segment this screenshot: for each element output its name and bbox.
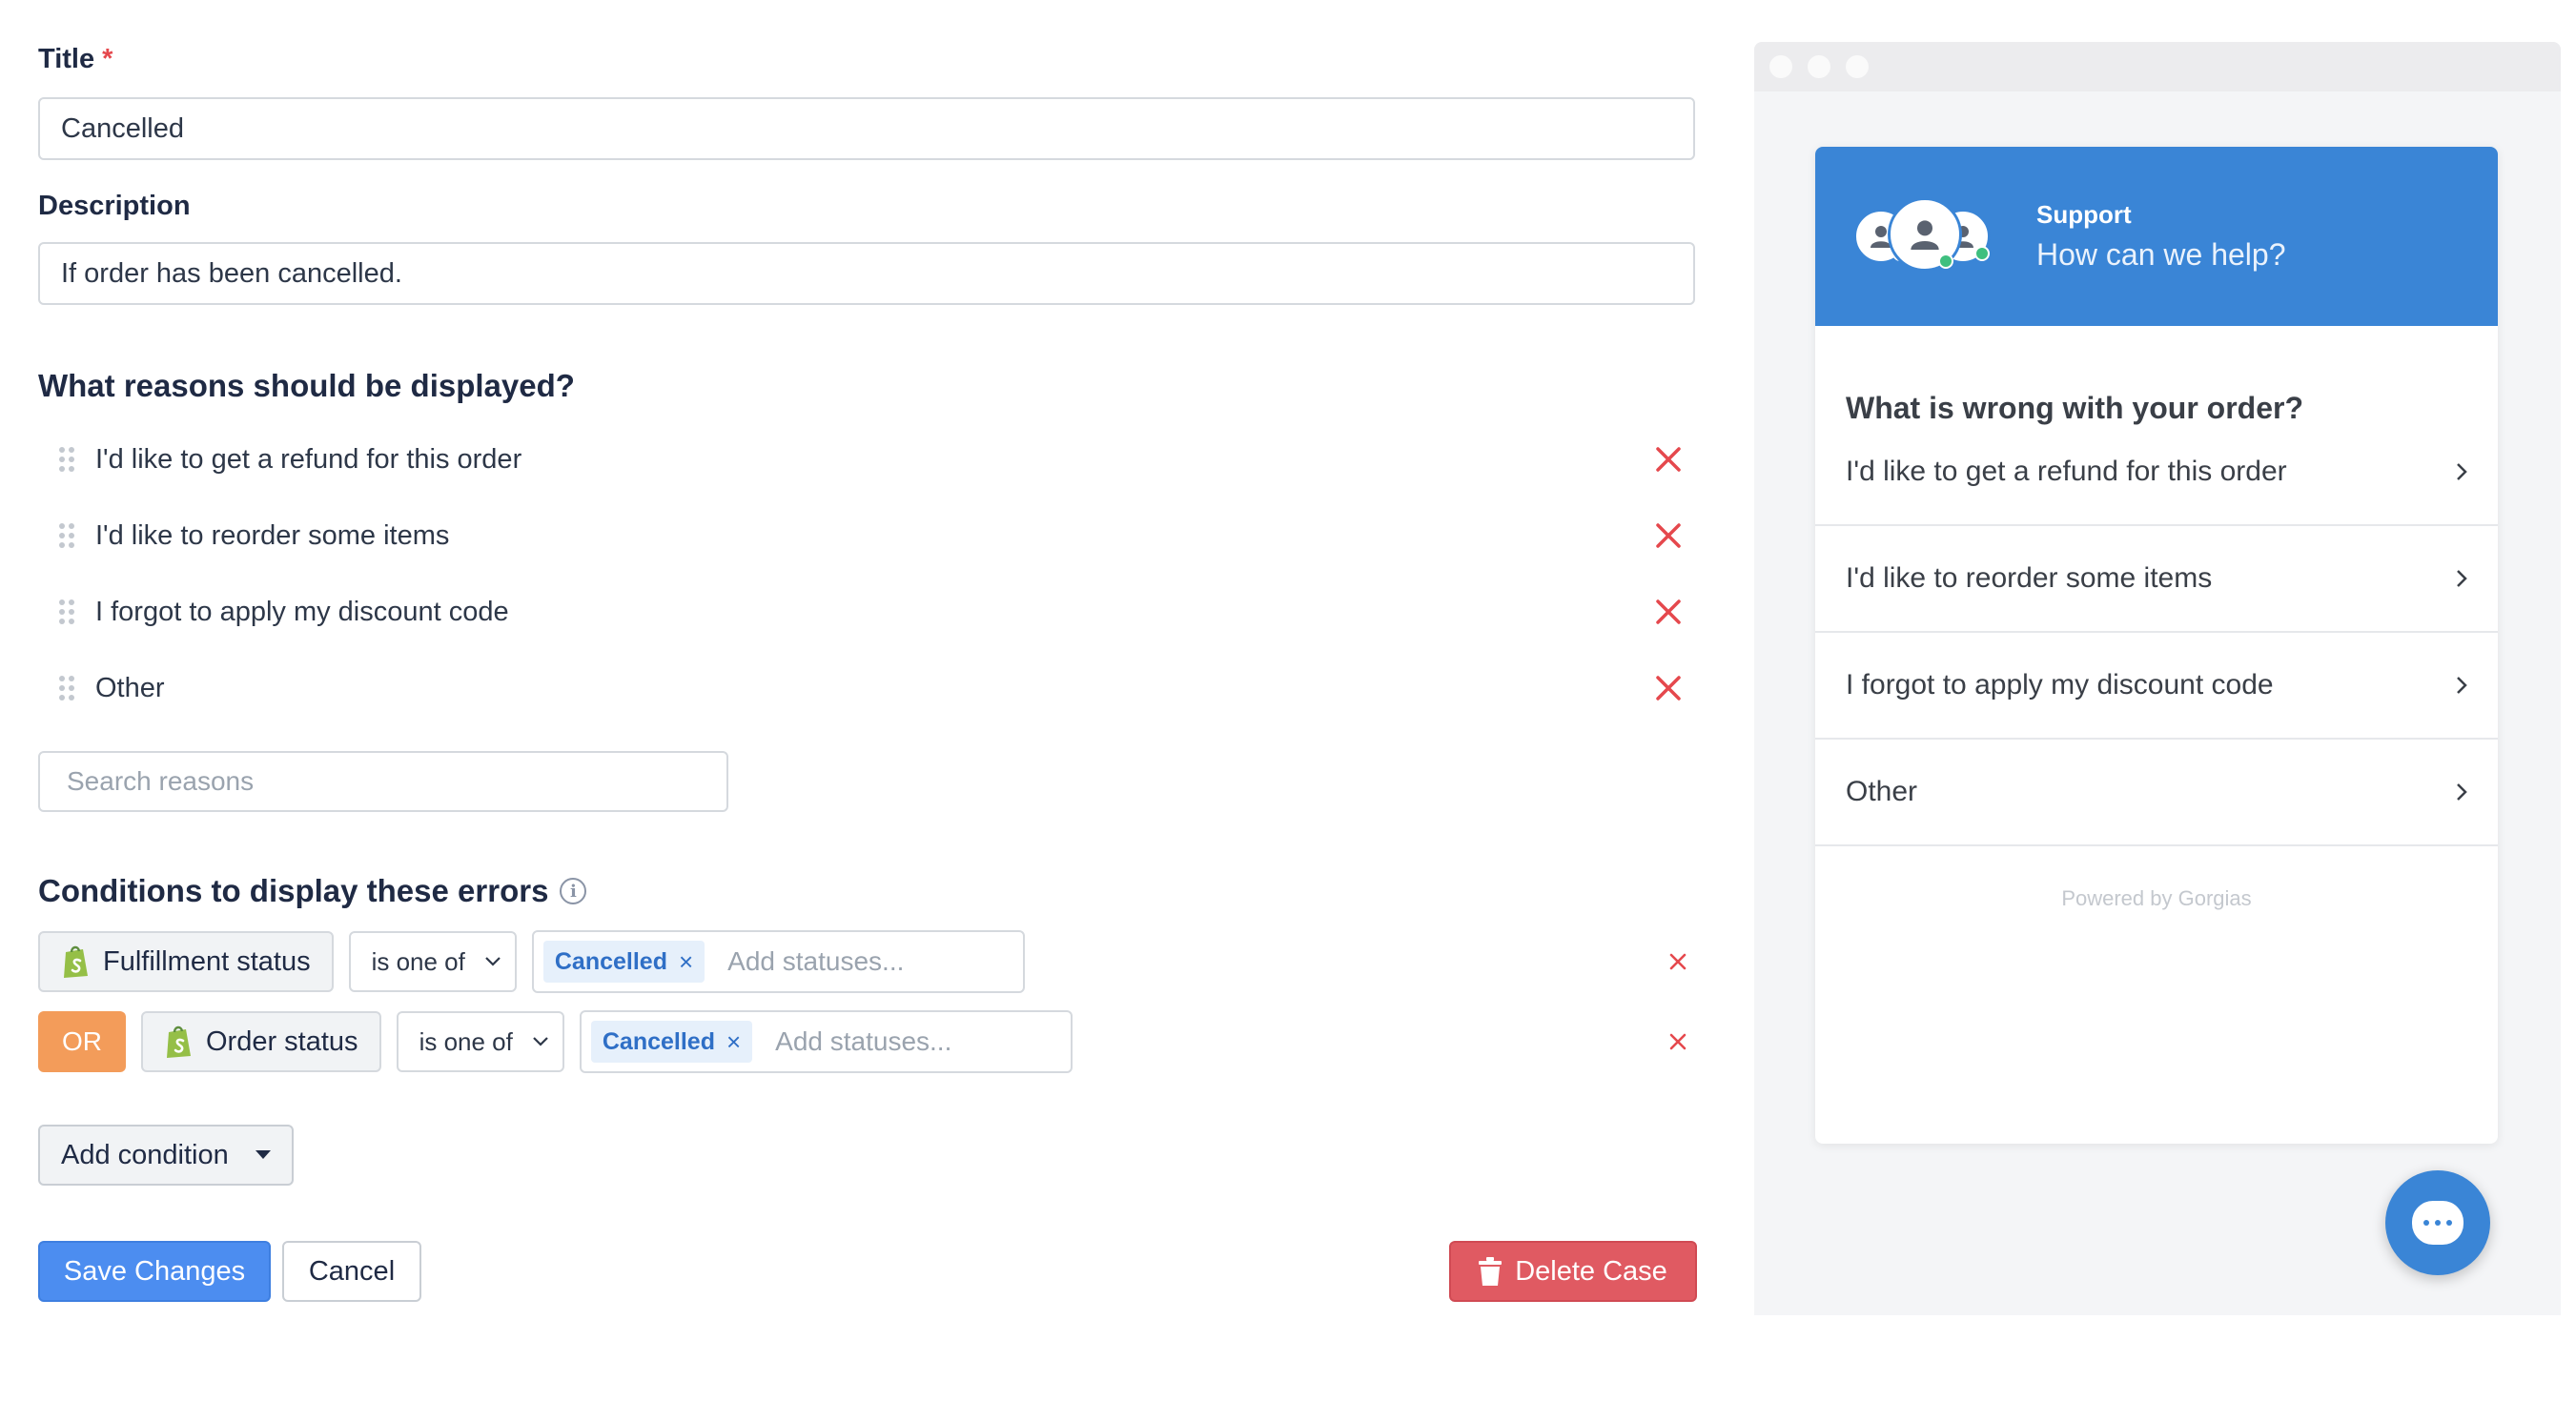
status-multiselect[interactable]: Cancelled ×: [579, 1010, 1073, 1073]
widget-preview-pane: Support How can we help? What is wrong w…: [1754, 42, 2561, 1315]
status-tag: Cancelled ×: [590, 1021, 753, 1063]
close-icon[interactable]: [1649, 517, 1687, 555]
trash-icon: [1479, 1257, 1503, 1286]
reason-item[interactable]: I forgot to apply my discount code: [38, 583, 1697, 640]
status-tag: Cancelled ×: [542, 941, 705, 983]
close-icon[interactable]: [1649, 593, 1687, 631]
widget-header: Support How can we help?: [1815, 147, 2498, 326]
reason-text: I'd like to reorder some items: [95, 519, 450, 551]
tag-remove-icon[interactable]: ×: [679, 947, 693, 977]
description-label: Description: [38, 191, 191, 221]
powered-by: Powered by Gorgias: [2061, 886, 2252, 910]
widget-title: Support: [2036, 200, 2132, 229]
browser-bar: [1754, 42, 2561, 91]
search-reasons-input[interactable]: [38, 751, 728, 812]
cancel-button[interactable]: Cancel: [282, 1241, 421, 1302]
title-input[interactable]: Cancelled: [38, 97, 1695, 160]
caret-down-icon: [256, 1150, 271, 1159]
chevron-right-icon: [2457, 463, 2467, 480]
condition-row: OR Order status is one of Cancelled ×: [38, 1010, 1697, 1073]
reason-text: Other: [95, 672, 165, 703]
window-dot: [1808, 55, 1830, 78]
condition-field[interactable]: Order status: [141, 1011, 381, 1072]
close-icon[interactable]: [1649, 440, 1687, 478]
chevron-right-icon: [2457, 783, 2467, 801]
widget-reason-item[interactable]: I forgot to apply my discount code: [1815, 633, 2498, 740]
add-statuses-input[interactable]: [775, 1026, 1062, 1057]
close-icon[interactable]: [1649, 669, 1687, 707]
condition-row: Fulfillment status is one of Cancelled ×: [38, 930, 1697, 993]
widget-reason-item[interactable]: Other: [1815, 740, 2498, 846]
status-multiselect[interactable]: Cancelled ×: [531, 930, 1026, 993]
chevron-right-icon: [2457, 677, 2467, 694]
chat-widget: Support How can we help? What is wrong w…: [1815, 147, 2498, 1144]
shopify-icon: [167, 1025, 191, 1058]
chat-icon: [2412, 1201, 2464, 1245]
chevron-right-icon: [2457, 570, 2467, 587]
shopify-icon: [64, 945, 88, 978]
reason-text: I forgot to apply my discount code: [95, 596, 509, 627]
chevron-down-icon: [533, 1037, 548, 1046]
or-connector[interactable]: OR: [38, 1011, 126, 1072]
chat-launcher-button[interactable]: [2385, 1170, 2490, 1275]
widget-header-text: Support How can we help?: [2036, 200, 2285, 273]
required-mark: *: [102, 44, 113, 74]
close-icon[interactable]: [1659, 943, 1697, 981]
drag-handle-icon[interactable]: [38, 522, 95, 549]
reasons-heading: What reasons should be displayed?: [38, 368, 575, 403]
widget-reason-item[interactable]: I'd like to get a refund for this order: [1815, 419, 2498, 526]
tag-remove-icon[interactable]: ×: [726, 1027, 741, 1057]
close-icon[interactable]: [1659, 1023, 1697, 1061]
avatar: [1888, 197, 1962, 272]
operator-select[interactable]: is one of: [396, 1011, 564, 1072]
chevron-down-icon: [485, 957, 501, 966]
drag-handle-icon[interactable]: [38, 675, 95, 701]
condition-field[interactable]: Fulfillment status: [38, 931, 334, 992]
window-dot: [1769, 55, 1792, 78]
description-input[interactable]: If order has been cancelled.: [38, 242, 1695, 305]
add-statuses-input[interactable]: [727, 946, 1014, 977]
online-indicator: [1974, 246, 1990, 261]
online-indicator: [1938, 254, 1953, 269]
reason-item[interactable]: I'd like to get a refund for this order: [38, 431, 1697, 488]
agent-avatars: [1853, 193, 2015, 279]
add-condition-button[interactable]: Add condition: [38, 1125, 294, 1186]
drag-handle-icon[interactable]: [38, 446, 95, 473]
operator-select[interactable]: is one of: [348, 931, 517, 992]
delete-case-button[interactable]: Delete Case: [1449, 1241, 1697, 1302]
info-icon[interactable]: i: [560, 878, 587, 904]
drag-handle-icon[interactable]: [38, 599, 95, 625]
widget-subtitle: How can we help?: [2036, 237, 2286, 272]
title-label: Title *: [38, 44, 113, 74]
widget-reason-item[interactable]: I'd like to reorder some items: [1815, 526, 2498, 633]
reason-item[interactable]: I'd like to reorder some items: [38, 507, 1697, 564]
window-dot: [1846, 55, 1869, 78]
conditions-heading: Conditions to display these errors i: [38, 873, 587, 909]
reason-item[interactable]: Other: [38, 660, 1697, 717]
reason-text: I'd like to get a refund for this order: [95, 443, 522, 475]
save-button[interactable]: Save Changes: [38, 1241, 271, 1302]
